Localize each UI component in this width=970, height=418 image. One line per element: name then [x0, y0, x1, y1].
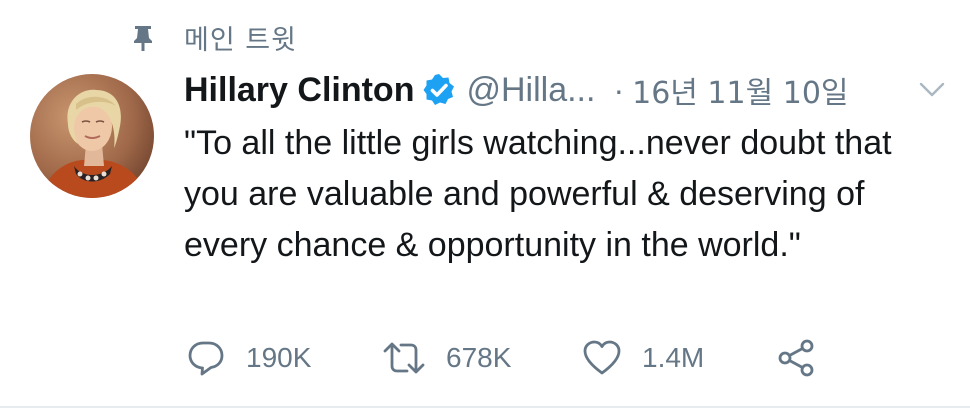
tweet-text: "To all the little girls watching...neve…: [184, 124, 892, 264]
share-icon: [778, 339, 814, 377]
pinned-indicator: 메인 트윗: [132, 18, 297, 57]
tweet-actions: 190K 678K 1.4M: [186, 336, 826, 380]
tweet-card[interactable]: 메인 트윗 Hillary Clinton @Hilla... · 16년 11…: [0, 0, 970, 418]
reply-icon: [188, 341, 224, 376]
retweet-count: 678K: [446, 342, 512, 373]
like-count: 1.4M: [642, 342, 705, 373]
reply-button[interactable]: 190K: [186, 336, 311, 380]
display-name[interactable]: Hillary Clinton: [184, 71, 414, 110]
avatar[interactable]: [30, 74, 154, 198]
reply-count: 190K: [246, 342, 312, 373]
retweet-icon: [383, 342, 425, 374]
tweet-header: Hillary Clinton @Hilla... · 16년 11월 10일: [184, 68, 849, 112]
like-button[interactable]: 1.4M: [582, 336, 704, 380]
tweet-timestamp[interactable]: 16년 11월 10일: [632, 68, 848, 112]
pinned-label: 메인 트윗: [184, 25, 297, 56]
heart-icon: [583, 340, 621, 375]
retweet-button[interactable]: 678K: [382, 336, 511, 380]
verified-badge-icon: [423, 74, 455, 105]
pin-icon: [134, 25, 152, 51]
user-handle[interactable]: @Hilla...: [466, 71, 595, 110]
meta-separator: ·: [613, 71, 625, 108]
divider: [0, 406, 970, 408]
chevron-down-icon[interactable]: [918, 80, 946, 100]
share-button[interactable]: [776, 336, 816, 380]
avatar-photo: [30, 74, 154, 198]
